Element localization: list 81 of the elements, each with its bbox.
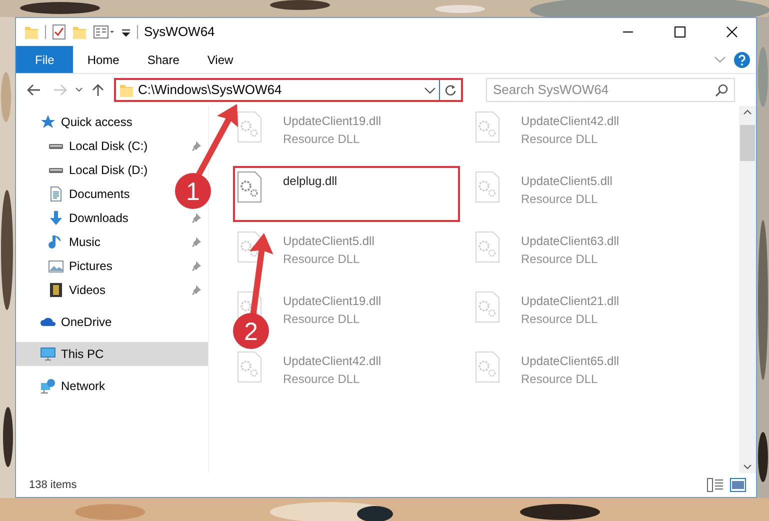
sidebar-item[interactable]: Pictures [16, 254, 208, 278]
star-icon [40, 114, 56, 130]
sidebar-item[interactable]: Quick access [16, 110, 134, 134]
address-bar[interactable]: C:\Windows\SysWOW64 [114, 78, 463, 102]
search-icon [715, 84, 728, 97]
file-name: delplug.dll [283, 173, 338, 190]
up-arrow-icon[interactable] [91, 83, 105, 97]
folder-icon [119, 82, 134, 98]
close-icon[interactable] [726, 26, 738, 38]
pin-icon[interactable] [192, 140, 202, 152]
address-path[interactable]: C:\Windows\SysWOW64 [138, 80, 424, 100]
sidebar-item[interactable]: This PC [16, 342, 208, 366]
download-arrow-icon [48, 210, 64, 226]
sidebar-item[interactable]: Local Disk (C:) [16, 134, 208, 158]
step-number-badge: 2 [233, 313, 269, 349]
pin-icon[interactable] [192, 236, 202, 248]
scrollbar-thumb[interactable] [740, 125, 755, 161]
file-tile[interactable]: delplug.dll [233, 166, 460, 222]
pin-icon[interactable] [192, 212, 202, 224]
document-icon [48, 186, 64, 202]
ribbon-tab[interactable]: Share [133, 46, 194, 73]
dll-file-icon [475, 291, 501, 323]
dll-file-icon [475, 351, 501, 383]
file-type: Resource DLL [283, 251, 361, 268]
details-view-icon[interactable] [707, 478, 724, 492]
sidebar-item[interactable]: Network [16, 374, 108, 398]
help-icon[interactable] [734, 52, 750, 68]
sidebar-item[interactable]: Videos [16, 278, 208, 302]
network-icon [40, 378, 56, 394]
ribbon-tab[interactable]: Home [73, 46, 134, 73]
sidebar-item[interactable]: Documents [16, 182, 132, 206]
pin-icon[interactable] [192, 260, 202, 272]
expand-ribbon-icon[interactable] [714, 55, 726, 64]
file-name[interactable]: UpdateClient42.dll [521, 112, 620, 130]
dropdown-caret-icon[interactable] [424, 86, 436, 94]
monitor-icon [40, 346, 56, 362]
picture-icon [48, 258, 64, 274]
recent-dropdown-icon[interactable] [75, 87, 83, 93]
ribbon-tab[interactable]: View [193, 46, 248, 73]
file-type: Resource DLL [521, 311, 599, 328]
file-type: Resource DLL [283, 371, 361, 388]
file-name[interactable]: UpdateClient21.dll [521, 292, 620, 310]
scroll-down-icon[interactable] [743, 464, 752, 470]
properties-icon[interactable] [52, 24, 66, 40]
sidebar-item[interactable]: Local Disk (D:) [16, 158, 150, 182]
search-field[interactable]: Search SysWOW64 [486, 78, 735, 102]
file-name[interactable]: UpdateClient63.dll [521, 232, 620, 250]
dll-file-icon [237, 171, 263, 203]
large-icons-view-icon[interactable] [730, 478, 746, 492]
dll-file-icon [475, 111, 501, 143]
file-name[interactable]: UpdateClient5.dll [283, 232, 374, 250]
back-arrow-icon[interactable] [27, 83, 41, 97]
file-type: Resource DLL [521, 371, 599, 388]
file-name[interactable]: UpdateClient19.dll [283, 292, 382, 310]
dll-file-icon [237, 111, 263, 143]
file-tab[interactable]: File [16, 46, 74, 73]
pin-icon[interactable] [192, 284, 202, 296]
file-type: Resource DLL [283, 311, 361, 328]
file-name[interactable]: UpdateClient5.dll [521, 172, 612, 190]
film-icon [48, 282, 64, 298]
scroll-up-icon[interactable] [743, 109, 752, 115]
window-title: SysWOW64 [144, 23, 216, 42]
file-type: Resource DLL [521, 131, 599, 148]
step-number-badge: 1 [175, 173, 211, 209]
scrollbar[interactable] [739, 106, 756, 473]
sidebar-item[interactable]: Downloads [16, 206, 208, 230]
file-type: Resource DLL [521, 251, 599, 268]
refresh-icon [444, 84, 457, 96]
dll-file-icon [475, 171, 501, 203]
sidebar-item[interactable]: Music [16, 230, 208, 254]
file-name[interactable]: UpdateClient19.dll [283, 112, 382, 130]
dll-file-icon [237, 351, 263, 383]
item-count: 138 items [29, 478, 78, 493]
file-name[interactable]: UpdateClient42.dll [283, 352, 382, 370]
file-type: Resource DLL [283, 131, 361, 148]
dll-file-icon [475, 231, 501, 263]
file-type: Resource DLL [521, 191, 599, 208]
sidebar-item[interactable]: OneDrive [16, 310, 114, 334]
maximize-icon[interactable] [674, 26, 686, 38]
view-options-icon[interactable] [93, 24, 115, 40]
file-name[interactable]: UpdateClient65.dll [521, 352, 620, 370]
